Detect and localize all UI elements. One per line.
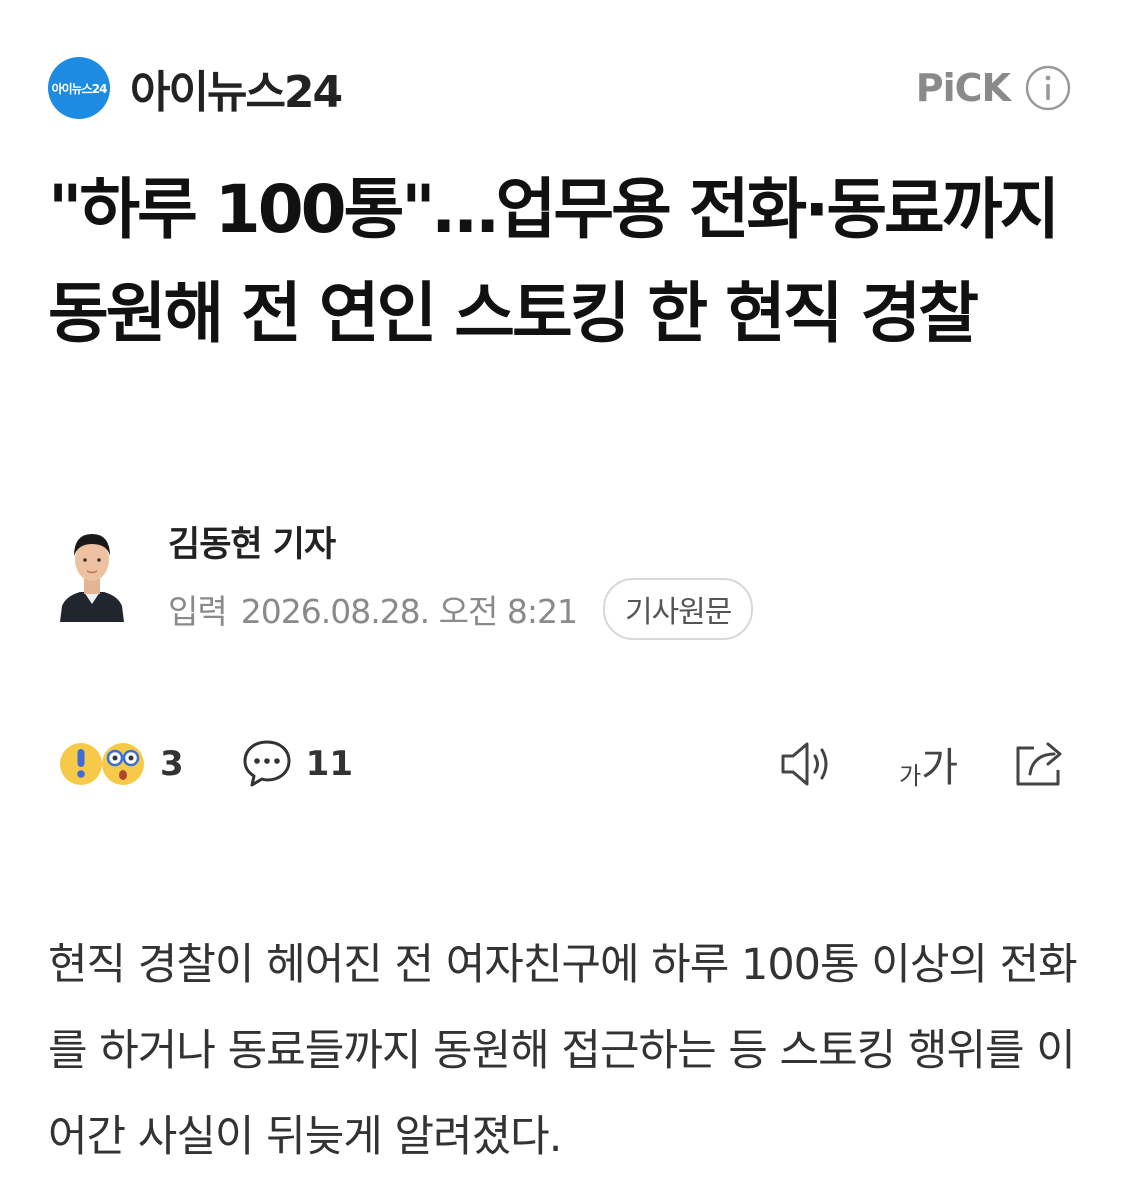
reaction-button[interactable]: 3 (56, 739, 184, 789)
comment-button[interactable]: 11 (240, 737, 353, 791)
comment-icon (243, 740, 291, 787)
font-size-large-label: 가 (921, 745, 958, 791)
font-size-button[interactable]: 가 가 (899, 734, 958, 794)
article-header: 아이뉴스24 아이뉴스24 PiCK (48, 56, 1072, 120)
reporter-avatar[interactable] (56, 522, 128, 622)
info-icon[interactable] (1024, 64, 1072, 112)
press-logo[interactable]: 아이뉴스24 (48, 57, 110, 119)
article-tools: 가 가 (777, 734, 1070, 794)
font-size-small-label: 가 (899, 762, 922, 790)
shocked-emoji-icon (102, 743, 144, 785)
speaker-icon[interactable] (777, 734, 837, 794)
comment-count: 11 (305, 744, 353, 784)
byline: 김동현 기자 입력 2026.08.28. 오전 8:21 기사원문 (56, 522, 754, 640)
byline-text: 김동현 기자 입력 2026.08.28. 오전 8:21 기사원문 (168, 522, 754, 640)
header-right: PiCK (916, 64, 1072, 112)
reaction-count: 3 (160, 744, 184, 784)
reporter-name[interactable]: 김동현 기자 (168, 522, 753, 568)
pick-label: PiCK (915, 66, 1011, 110)
original-article-button[interactable]: 기사원문 (602, 578, 754, 640)
article-body: 현직 경찰이 헤어진 전 여자친구에 하루 100통 이상의 전화를 하거나 동… (48, 940, 1078, 1162)
share-icon[interactable] (1010, 734, 1070, 794)
press-name[interactable]: 아이뉴스24 (130, 56, 343, 120)
date-label: 입력 (168, 592, 228, 631)
date-row: 입력 2026.08.28. 오전 8:21 기사원문 (168, 578, 754, 640)
date-value: 2026.08.28. 오전 8:21 (240, 592, 578, 631)
action-bar: 3 11 가 가 (56, 732, 1070, 796)
press-logo-text: 아이뉴스24 (51, 81, 108, 96)
article-title: "하루 100통"…업무용 전화·동료까지 동원해 전 연인 스토킹 한 현직 … (48, 171, 1060, 352)
